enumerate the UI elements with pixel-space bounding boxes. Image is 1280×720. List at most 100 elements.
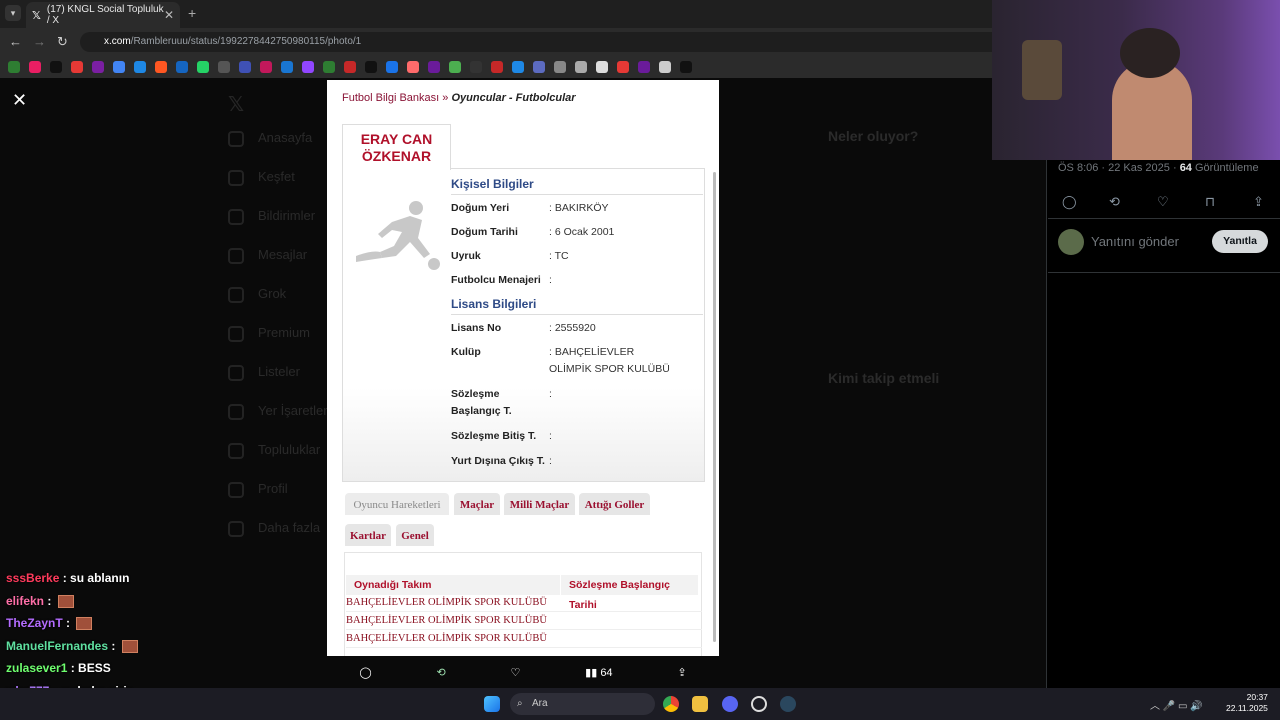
license-value: : BAHÇELİEVLER OLİMPİK SPOR KULÜBÜ <box>549 346 670 375</box>
bookmark-icon[interactable]: ⊓ <box>1205 194 1215 210</box>
bookmark-icon[interactable] <box>197 61 209 73</box>
breadcrumb-link[interactable]: Futbol Bilgi Bankası <box>342 92 439 104</box>
address-bar[interactable]: x.com/Rambleruuu/status/1992278442750980… <box>80 32 992 52</box>
system-tray[interactable]: ︿ 🎤 ▭ 🔊 <box>1150 697 1203 712</box>
bookmark-icon[interactable] <box>113 61 125 73</box>
bookmark-icon[interactable] <box>470 61 482 73</box>
bookmark-icon[interactable] <box>680 61 692 73</box>
bookmark-icon[interactable] <box>533 61 545 73</box>
repost-icon-right[interactable]: ⟲ <box>1109 194 1120 210</box>
bookmark-icon[interactable] <box>596 61 608 73</box>
bookmark-icon[interactable] <box>554 61 566 73</box>
sidebar-item[interactable]: Listeler <box>258 364 300 379</box>
bookmark-icon[interactable] <box>176 61 188 73</box>
post-timestamp: ÖS 8:06 · 22 Kas 2025 · <box>1058 162 1180 174</box>
sidebar-item[interactable]: Anasayfa <box>258 130 312 145</box>
steam-icon[interactable] <box>780 696 796 712</box>
tab-ma-lar[interactable]: Maçlar <box>454 493 500 515</box>
bookmark-icon[interactable] <box>617 61 629 73</box>
shelf-decor <box>1022 40 1062 100</box>
personal-info-title: Kişisel Bilgiler <box>451 177 703 195</box>
new-tab-icon[interactable]: + <box>188 5 196 21</box>
bookmark-icon[interactable] <box>281 61 293 73</box>
bookmark-icon[interactable] <box>155 61 167 73</box>
avatar[interactable] <box>1058 229 1084 255</box>
bookmark-icon[interactable] <box>365 61 377 73</box>
clock[interactable]: 20:37 22.11.2025 <box>1226 692 1268 714</box>
tab-search-icon[interactable]: ▾ <box>5 5 21 21</box>
tab-oyuncu-hareketleri[interactable]: Oyuncu Hareketleri <box>345 493 449 515</box>
bookmark-icon[interactable] <box>449 61 461 73</box>
sidebar-item[interactable]: Profil <box>258 481 288 496</box>
close-icon[interactable]: ✕ <box>12 90 27 111</box>
bookmark-icon[interactable] <box>50 61 62 73</box>
chat-username: elifekn <box>6 593 45 608</box>
obs-icon[interactable] <box>751 696 767 712</box>
table-row[interactable]: BAHÇELİEVLER OLİMPİK SPOR KULÜBÜ <box>346 630 702 648</box>
bookmark-icon[interactable] <box>491 61 503 73</box>
taskbar-search[interactable]: ⌕ Ara <box>510 693 655 715</box>
tab-genel[interactable]: Genel <box>396 524 434 546</box>
reply-icon[interactable]: ◯ <box>359 666 371 679</box>
license-label: Kulüp <box>451 346 481 358</box>
bookmark-icon[interactable] <box>659 61 671 73</box>
bookmark-icon[interactable] <box>512 61 524 73</box>
bookmark-icon[interactable] <box>239 61 251 73</box>
nav-icon <box>228 482 244 498</box>
bookmark-icon[interactable] <box>92 61 104 73</box>
tab-kartlar[interactable]: Kartlar <box>345 524 391 546</box>
bookmark-icon[interactable] <box>29 61 41 73</box>
sidebar-item[interactable]: Mesajlar <box>258 247 307 262</box>
share-icon[interactable]: ⇪ <box>677 666 686 679</box>
tab-close-icon[interactable]: ✕ <box>164 8 174 22</box>
views-stat[interactable]: ▮▮ 64 <box>585 666 612 679</box>
sidebar-item[interactable]: Premium <box>258 325 310 340</box>
bookmark-icon[interactable] <box>428 61 440 73</box>
sidebar-item[interactable]: Grok <box>258 286 286 301</box>
bookmark-icon[interactable] <box>386 61 398 73</box>
bookmark-icon[interactable] <box>8 61 20 73</box>
breadcrumb-current: Oyuncular - Futbolcular <box>451 92 576 104</box>
repost-icon[interactable]: ⟲ <box>436 666 445 679</box>
reply-icon-right[interactable]: ◯ <box>1062 194 1077 210</box>
bookmark-icon[interactable] <box>407 61 419 73</box>
browser-tab[interactable]: 𝕏 (17) KNGL Social Topluluk / X ✕ <box>26 2 180 28</box>
sidebar-item[interactable]: Bildirimler <box>258 208 315 223</box>
back-icon[interactable]: ← <box>9 34 22 49</box>
emote-icon <box>57 594 74 608</box>
col-header-team: Oynadığı Takım <box>346 575 560 595</box>
file-explorer-icon[interactable] <box>692 696 708 712</box>
chat-text: : <box>44 593 55 608</box>
table-row[interactable]: BAHÇELİEVLER OLİMPİK SPOR KULÜBÜ <box>346 612 702 630</box>
like-icon-right[interactable]: ♡ <box>1157 194 1169 210</box>
reply-input[interactable]: Yanıtını gönder <box>1091 234 1179 249</box>
bookmark-icon[interactable] <box>71 61 83 73</box>
bookmark-icon[interactable] <box>344 61 356 73</box>
reply-button[interactable]: Yanıtla <box>1212 230 1268 253</box>
post-meta: ÖS 8:06 · 22 Kas 2025 · 64 Görüntüleme <box>1058 162 1259 174</box>
sidebar-item[interactable]: Yer İşaretleri <box>258 403 331 418</box>
sidebar-item[interactable]: Daha fazla <box>258 520 320 535</box>
chat-text: : su ablanın <box>59 571 130 585</box>
windows-start-icon[interactable] <box>484 696 500 712</box>
like-icon[interactable]: ♡ <box>510 666 520 679</box>
bookmark-icon[interactable] <box>575 61 587 73</box>
sidebar-item[interactable]: Topluluklar <box>258 442 320 457</box>
sidebar-item[interactable]: Keşfet <box>258 169 295 184</box>
table-row[interactable]: BAHÇELİEVLER OLİMPİK SPOR KULÜBÜ <box>346 594 702 612</box>
bookmark-icon[interactable] <box>323 61 335 73</box>
modal-scrollbar[interactable] <box>713 172 716 642</box>
bookmark-icon[interactable] <box>218 61 230 73</box>
chat-message: ManuelFernandes : <box>6 639 138 653</box>
tab-milli-ma-lar[interactable]: Milli Maçlar <box>504 493 575 515</box>
bookmark-icon[interactable] <box>260 61 272 73</box>
tab-att-goller[interactable]: Attığı Goller <box>579 493 650 515</box>
reload-icon[interactable]: ↻ <box>57 34 68 50</box>
bookmark-icon[interactable] <box>638 61 650 73</box>
bookmark-icon[interactable] <box>134 61 146 73</box>
bookmark-icon[interactable] <box>302 61 314 73</box>
chrome-icon[interactable] <box>663 696 679 712</box>
discord-icon[interactable] <box>722 696 738 712</box>
share-icon-right[interactable]: ⇪ <box>1253 194 1264 210</box>
forward-icon[interactable]: → <box>33 34 46 49</box>
